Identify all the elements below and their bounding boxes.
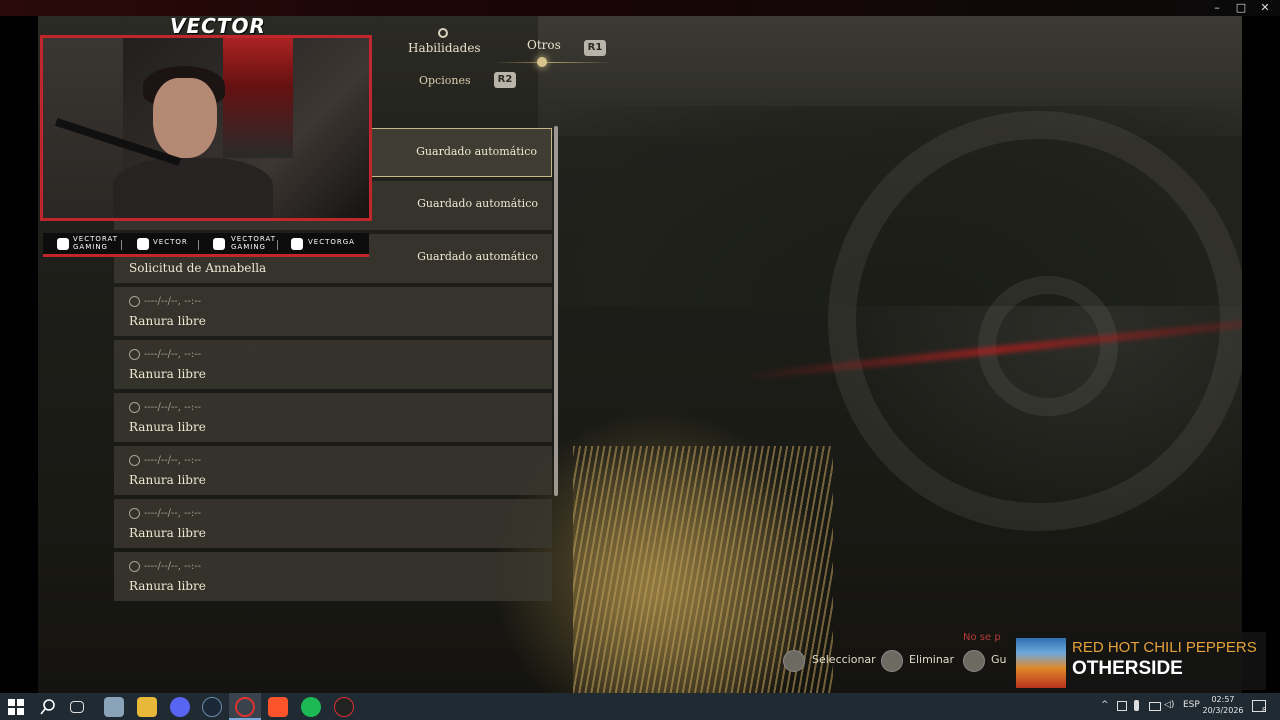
microphone-icon[interactable] [1134,700,1139,711]
notification-count: 8 [1262,706,1267,714]
steam-icon[interactable] [202,697,222,717]
autosave-label: Guardado automático [417,197,538,210]
slot-name: Ranura libre [129,314,206,328]
webcam-person-body [113,158,273,218]
clock-date[interactable]: 20/3/2026 [1200,706,1246,715]
slot-date: ----/--/--, --:-- [144,402,202,413]
language-indicator[interactable]: ESP [1183,700,1200,710]
album-art [1016,638,1066,688]
display-icon[interactable] [1149,702,1161,711]
file-app-icon[interactable] [104,697,124,717]
now-playing-artist: RED HOT CHILI PEPPERS [1072,639,1257,656]
save-action[interactable]: Gu [991,653,1007,666]
clock-icon [129,402,140,413]
youtube-icon [57,238,69,250]
taskbar: ^ ◁) ESP 02:57 20/3/2026 8 [0,693,1280,720]
active-tab-indicator [537,57,547,67]
tab-habilidades[interactable]: Habilidades [408,41,481,55]
social-twitter: VECTORAT GAMING [231,235,276,251]
twitter-icon [213,238,225,250]
square-button-icon [881,650,903,672]
tab-otros[interactable]: Otros [527,38,561,52]
twitch-icon [137,238,149,250]
discord-icon[interactable] [170,697,190,717]
social-twitch: VECTOR [153,238,188,246]
r1-key-badge: R1 [584,40,606,56]
spotify-icon[interactable] [301,697,321,717]
network-icon[interactable] [1117,701,1127,711]
clock-icon [129,508,140,519]
r2-key-badge: R2 [494,72,516,88]
save-slot[interactable]: ----/--/--, --:-- Ranura libre [114,499,552,548]
slot-date: ----/--/--, --:-- [144,296,202,307]
select-action[interactable]: Seleccionar [812,653,876,666]
minimize-button[interactable]: – [1205,0,1229,16]
webcam-person-head [153,78,217,158]
task-view-icon[interactable] [70,701,84,713]
brave-icon[interactable] [268,697,288,717]
social-youtube: VECTORAT GAMING [73,235,118,251]
close-button[interactable]: ✕ [1253,0,1277,16]
streamer-brand: VECTOR [170,14,266,38]
clock-time[interactable]: 02:57 [1206,695,1240,704]
save-slot[interactable]: ----/--/--, --:-- Ranura libre [114,340,552,389]
save-slot[interactable]: ----/--/--, --:-- Ranura libre [114,393,552,442]
divider [121,240,122,250]
slot-name: Ranura libre [129,420,206,434]
tab-underline [493,62,613,63]
dpad-icon [783,650,805,672]
social-instagram: VECTORGA [308,238,355,246]
slot-date: ----/--/--, --:-- [144,455,202,466]
clock-icon [129,455,140,466]
delete-action[interactable]: Eliminar [909,653,954,666]
save-slot[interactable]: ----/--/--, --:-- Ranura libre [114,552,552,601]
slot-date: ----/--/--, --:-- [144,508,202,519]
slot-name: Ranura libre [129,526,206,540]
save-slot[interactable]: ----/--/--, --:-- Ranura libre [114,446,552,495]
webcam-overlay [40,35,372,221]
volume-icon[interactable]: ◁) [1164,700,1174,710]
subtab-opciones[interactable]: Opciones [419,74,471,87]
file-explorer-icon[interactable] [137,697,157,717]
webcam-arcade-cabinet [223,38,293,158]
search-icon[interactable] [38,697,58,717]
obs-icon[interactable] [235,697,255,717]
social-bar: VECTORAT GAMING VECTOR VECTORAT GAMING V… [43,233,369,257]
clock-icon [129,349,140,360]
slot-list-scrollbar[interactable] [554,126,558,496]
slot-name: Solicitud de Annabella [129,261,267,275]
now-playing-widget: RED HOT CHILI PEPPERS OTHERSIDE [1010,632,1266,690]
instagram-icon [291,238,303,250]
chevron-up-icon[interactable]: ^ [1101,700,1109,710]
slot-name: Ranura libre [129,367,206,381]
divider [277,240,278,250]
autosave-label: Guardado automático [417,250,538,263]
skills-icon [438,28,448,38]
save-slot[interactable]: ----/--/--, --:-- Ranura libre [114,287,552,336]
slot-date: ----/--/--, --:-- [144,349,202,360]
slot-name: Ranura libre [129,473,206,487]
warning-text: No se p [963,632,1001,643]
divider [198,240,199,250]
maximize-button[interactable]: □ [1229,0,1253,16]
windows-start-icon[interactable] [6,697,26,717]
clock-icon [129,561,140,572]
app-icon[interactable] [334,697,354,717]
clock-icon [129,296,140,307]
autosave-label: Guardado automático [416,145,537,158]
triangle-button-icon [963,650,985,672]
slot-date: ----/--/--, --:-- [144,561,202,572]
now-playing-song: OTHERSIDE [1072,658,1183,679]
slot-name: Ranura libre [129,579,206,593]
